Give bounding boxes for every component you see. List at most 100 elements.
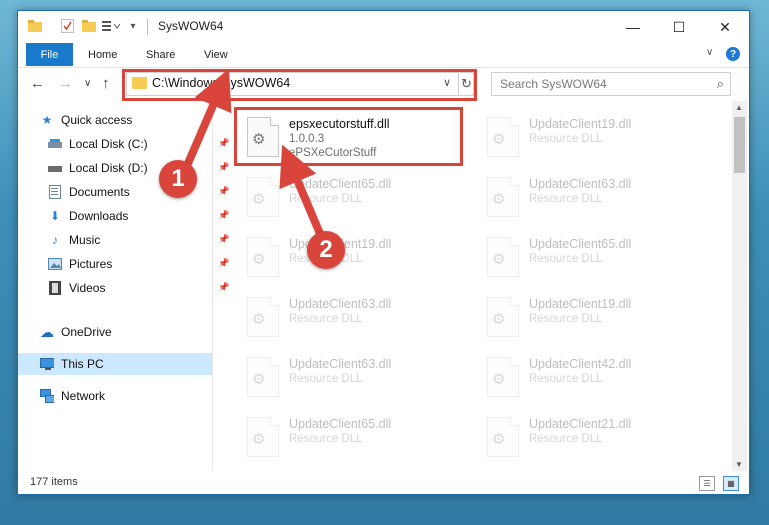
dll-file-icon: ⚙ [487,357,519,397]
back-button[interactable]: ← [30,75,45,92]
step-1-callout: 1 [159,160,197,198]
dll-file-icon: ⚙ [247,357,279,397]
minimize-button[interactable]: — [610,11,656,43]
window-title: SysWOW64 [158,19,224,33]
up-button[interactable]: ↑ [102,75,110,92]
recent-locations-button[interactable]: ∨ [84,78,91,89]
file-description: Resource DLL [529,133,603,145]
details-view-icon[interactable]: ☰ [699,476,715,491]
sidebar-item-downloads[interactable]: ⬇ Downloads 📌 [48,205,229,227]
vertical-scrollbar[interactable]: ▲ ▼ [732,101,747,471]
file-tile[interactable]: ⚙ UpdateClient63.dll Resource DLL [481,169,706,223]
file-tile[interactable]: ⚙ UpdateClient63.dll Resource DLL [241,289,466,343]
file-description: Resource DLL [529,433,603,445]
sidebar-item-network[interactable]: Network [40,385,105,407]
file-highlight [234,107,463,166]
sidebar-item-label: Downloads [69,209,129,223]
customize-toolbar-icon[interactable] [102,17,120,35]
pictures-icon [48,257,62,271]
file-tile[interactable]: ⚙ UpdateClient19.dll Resource DLL [481,289,706,343]
gear-icon: ⚙ [492,131,506,148]
search-icon[interactable]: ⌕ [717,76,724,92]
tab-view[interactable]: View [204,43,228,66]
forward-button[interactable]: → [58,75,73,92]
pin-icon[interactable]: 📌 [218,282,229,293]
status-bar: 177 items ☰ ▦ [18,473,749,493]
sidebar-item-quick-access[interactable]: ★ Quick access [40,109,133,131]
search-placeholder: Search SysWOW64 [500,77,607,91]
gear-icon: ⚙ [492,371,506,388]
dll-file-icon: ⚙ [487,237,519,277]
scroll-up-icon[interactable]: ▲ [735,103,743,112]
drive-icon [48,161,62,175]
sidebar-item-videos[interactable]: Videos 📌 [48,277,229,299]
pin-icon[interactable]: 📌 [218,162,229,173]
title-bar: ▾ SysWOW64 — ☐ ✕ [18,11,749,43]
pin-icon[interactable]: 📌 [218,258,229,269]
sidebar-item-label: This PC [61,357,104,371]
file-name: UpdateClient42.dll [529,357,632,371]
file-tile[interactable]: ⚙ UpdateClient65.dll Resource DLL [481,229,706,283]
file-description: Resource DLL [529,313,603,325]
pin-icon[interactable]: 📌 [218,138,229,149]
help-icon[interactable]: ? [726,47,740,61]
sidebar-item-label: Pictures [69,257,113,271]
new-folder-icon[interactable] [80,17,98,35]
gear-icon: ⚙ [492,191,506,208]
file-name: UpdateClient21.dll [529,417,632,431]
maximize-button[interactable]: ☐ [656,11,702,43]
sidebar-item-label: Network [61,389,106,403]
file-name: UpdateClient63.dll [289,357,392,371]
dropdown-arrow-icon[interactable]: ▾ [124,17,142,35]
file-tile[interactable]: ⚙ UpdateClient63.dll Resource DLL [241,349,466,403]
sidebar-item-label: Local Disk (C:) [69,137,148,151]
sidebar-item-onedrive[interactable]: ☁ OneDrive [40,321,112,343]
tab-home[interactable]: Home [88,43,117,66]
tiles-view-icon[interactable]: ▦ [723,476,739,491]
gear-icon: ⚙ [252,431,266,448]
scroll-down-icon[interactable]: ▼ [735,460,743,469]
tab-file[interactable]: File [26,43,73,66]
sidebar-item-local-disk-c[interactable]: Local Disk (C:) 📌 [48,133,229,155]
tab-share[interactable]: Share [146,43,175,66]
dll-file-icon: ⚙ [247,177,279,217]
file-tile[interactable]: ⚙ UpdateClient65.dll Resource DLL [241,169,466,223]
pin-icon[interactable]: 📌 [218,186,229,197]
sidebar-item-pictures[interactable]: Pictures 📌 [48,253,229,275]
close-button[interactable]: ✕ [702,11,748,43]
gear-icon: ⚙ [252,251,266,268]
file-tile[interactable]: ⚙ UpdateClient19.dll Resource DLL [481,109,706,163]
file-description: Resource DLL [289,193,363,205]
pin-icon[interactable]: 📌 [218,210,229,221]
step-2-callout: 2 [307,231,345,269]
sidebar-item-this-pc[interactable]: This PC [18,353,212,375]
computer-icon [40,357,54,371]
file-tile[interactable]: ⚙ UpdateClient65.dll Resource DLL [241,409,466,463]
gear-icon: ⚙ [492,431,506,448]
sidebar-item-label: Quick access [61,113,133,127]
properties-icon[interactable] [58,17,76,35]
sidebar-item-music[interactable]: ♪ Music 📌 [48,229,229,251]
sidebar-item-label: Videos [69,281,106,295]
file-description: Resource DLL [529,373,603,385]
search-input[interactable]: Search SysWOW64 ⌕ [491,72,731,96]
dll-file-icon: ⚙ [247,297,279,337]
dll-file-icon: ⚙ [247,417,279,457]
music-icon: ♪ [52,233,58,247]
gear-icon: ⚙ [492,251,506,268]
sidebar-item-label: Music [69,233,101,247]
pin-icon[interactable]: 📌 [218,234,229,245]
navigation-pane: ★ Quick access Local Disk (C:) 📌 Local D… [18,101,229,471]
file-tile[interactable]: ⚙ UpdateClient42.dll Resource DLL [481,349,706,403]
gear-icon: ⚙ [252,371,266,388]
scrollbar-thumb[interactable] [734,117,745,173]
address-bar-highlight [122,69,477,101]
cloud-icon: ☁ [40,323,54,340]
title-separator [147,19,148,35]
ribbon: File Home Share View ∨ ? [18,43,749,68]
file-tile[interactable]: ⚙ UpdateClient21.dll Resource DLL [481,409,706,463]
file-tile[interactable]: ⚙ UpdateClient19.dll Resource DLL [241,229,466,283]
documents-icon [48,185,62,199]
drive-icon [48,137,62,151]
ribbon-expand-chevron-icon[interactable]: ∨ [706,47,713,58]
